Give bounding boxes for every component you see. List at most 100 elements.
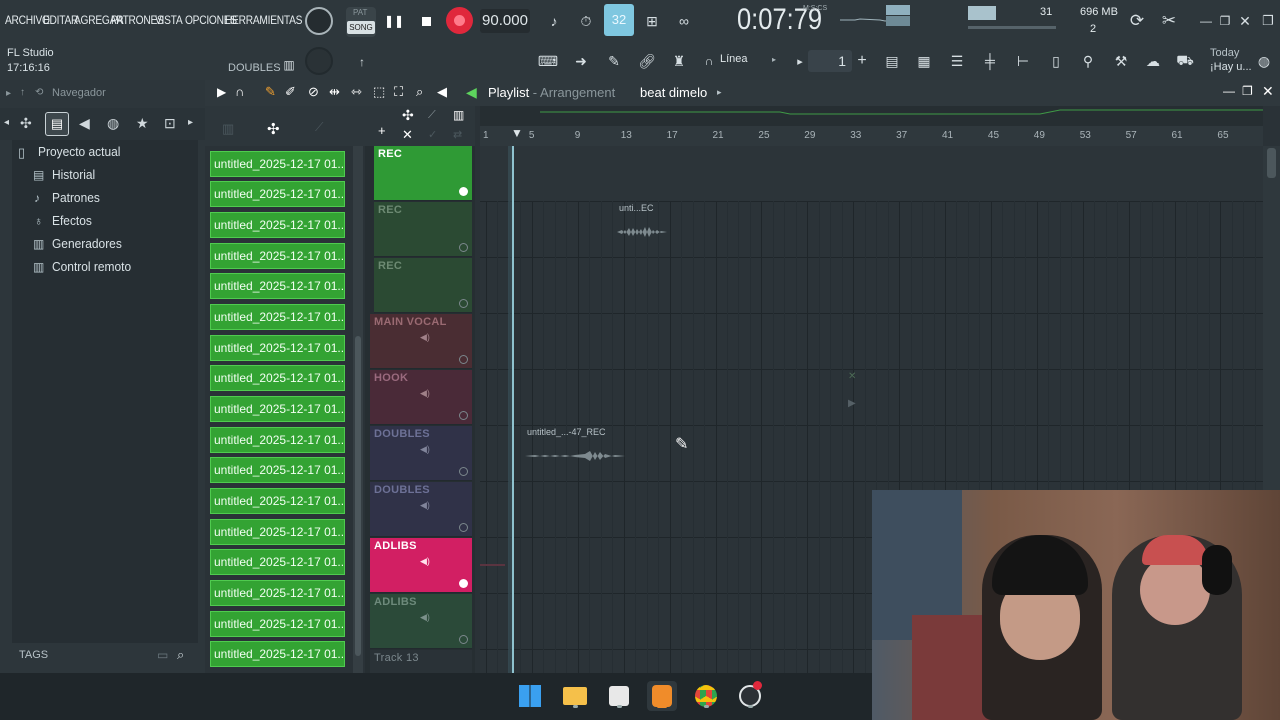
speaker-icon[interactable]: ◀) bbox=[420, 444, 430, 455]
close-icon[interactable]: ✕ bbox=[1262, 83, 1274, 100]
pattern-item[interactable]: untitled_2025-12-17 01... bbox=[210, 641, 345, 667]
pattern-item[interactable]: untitled_2025-12-17 01... bbox=[210, 335, 345, 361]
cloud-icon[interactable]: ☁ bbox=[1142, 50, 1164, 72]
track-select-dot[interactable] bbox=[459, 187, 468, 196]
track-select-dot[interactable] bbox=[459, 635, 468, 644]
slice-icon[interactable]: ⇿ bbox=[351, 84, 362, 100]
magnet-icon[interactable]: ∩ bbox=[698, 50, 720, 72]
edit-icon[interactable]: ⟋ bbox=[428, 109, 436, 122]
loop-record-icon[interactable]: ∞ bbox=[673, 10, 695, 32]
pattern-item[interactable]: untitled_2025-12-17 01... bbox=[210, 243, 345, 269]
slip-icon[interactable]: ⇹ bbox=[329, 84, 340, 100]
track-header[interactable]: MAIN VOCAL ◀) bbox=[370, 314, 472, 369]
pattern-item[interactable]: untitled_2025-12-17 01... bbox=[210, 457, 345, 483]
maximize-icon[interactable]: ❐ bbox=[1242, 84, 1253, 98]
speaker-icon[interactable]: ◀ bbox=[79, 115, 90, 132]
pattern-item[interactable]: untitled_2025-12-17 01... bbox=[210, 427, 345, 453]
pause-button[interactable]: ❚❚ bbox=[382, 9, 406, 33]
track-header[interactable]: DOUBLES ◀) bbox=[370, 482, 472, 537]
piano-roll-icon[interactable]: ⌨ bbox=[537, 50, 559, 72]
pencil-icon[interactable]: ✎ bbox=[603, 50, 625, 72]
link-icon[interactable]: 🔗︎ bbox=[636, 50, 658, 72]
search-icon[interactable]: ⌕ bbox=[177, 647, 184, 663]
tree-generadores[interactable]: Generadores bbox=[52, 236, 122, 251]
marker-icon[interactable]: ✕ bbox=[848, 371, 856, 382]
speaker-icon[interactable]: ◀) bbox=[420, 332, 430, 343]
world-icon[interactable]: ◍ bbox=[107, 115, 119, 132]
speaker-icon[interactable]: ◀) bbox=[420, 500, 430, 511]
move-icon[interactable]: ✣ bbox=[402, 107, 414, 124]
track-header[interactable]: HOOK ◀) bbox=[370, 370, 472, 425]
pattern-item[interactable]: untitled_2025-12-17 01... bbox=[210, 611, 345, 637]
pattern-item[interactable]: untitled_2025-12-17 01... bbox=[210, 396, 345, 422]
pattern-number-field[interactable]: 1 bbox=[808, 50, 852, 72]
swap-icon[interactable]: ⇄ bbox=[453, 128, 462, 141]
scrollbar-thumb[interactable] bbox=[1267, 148, 1276, 178]
news-hint[interactable]: ¡Hay u... bbox=[1210, 61, 1252, 73]
cart-icon[interactable]: ⛟ bbox=[1174, 50, 1196, 72]
piano-icon[interactable]: ▥ bbox=[222, 121, 234, 137]
tree-control-remoto[interactable]: Control remoto bbox=[52, 259, 131, 274]
track-header[interactable]: ADLIBS ◀) bbox=[370, 538, 472, 593]
master-volume-knob[interactable] bbox=[305, 7, 333, 35]
pattern-item[interactable]: untitled_2025-12-17 01... bbox=[210, 519, 345, 545]
tree-efectos[interactable]: Efectos bbox=[52, 213, 92, 228]
pattern-list-scrollbar[interactable] bbox=[353, 146, 363, 673]
pencil-icon[interactable]: ✎ bbox=[265, 84, 276, 100]
obs-button[interactable] bbox=[735, 681, 765, 711]
pattern-item[interactable]: untitled_2025-12-17 01... bbox=[210, 304, 345, 330]
pat-song-toggle[interactable]: PAT SONG bbox=[346, 7, 376, 37]
track-select-dot[interactable] bbox=[459, 467, 468, 476]
pitch-knob[interactable] bbox=[305, 47, 333, 75]
wait-record-icon[interactable]: ⏱ bbox=[575, 10, 597, 32]
chrome-button[interactable] bbox=[691, 681, 721, 711]
track-header[interactable]: Track 13 bbox=[370, 650, 472, 673]
tree-proyecto-actual[interactable]: Proyecto actual bbox=[38, 144, 120, 159]
record-button[interactable] bbox=[446, 7, 473, 34]
track-select-dot[interactable] bbox=[459, 243, 468, 252]
speaker-icon[interactable]: ◀) bbox=[420, 388, 430, 399]
tempo-display[interactable]: 90.000 bbox=[480, 9, 530, 33]
step-edit-button[interactable]: 32 bbox=[604, 4, 634, 36]
select-icon[interactable]: ⬚ bbox=[373, 84, 385, 100]
snap-selector[interactable]: Línea bbox=[720, 53, 748, 65]
track-select-dot[interactable] bbox=[459, 411, 468, 420]
zoom-select-icon[interactable]: ⛶ bbox=[394, 84, 403, 100]
reset-icon[interactable]: ⟳ bbox=[1126, 10, 1148, 32]
browser-tool-icon[interactable]: ⚒ bbox=[1110, 50, 1132, 72]
add-pattern-icon[interactable]: + bbox=[851, 50, 873, 72]
tree-patrones[interactable]: Patrones bbox=[52, 190, 100, 205]
pattern-item[interactable]: untitled_2025-12-17 01... bbox=[210, 181, 345, 207]
play-icon[interactable]: ▶ bbox=[217, 85, 226, 99]
up-arrow-icon[interactable]: ↑ bbox=[20, 87, 25, 98]
pin-icon[interactable]: ↑ bbox=[351, 51, 373, 73]
add-track-icon[interactable]: + bbox=[378, 123, 386, 138]
start-button[interactable] bbox=[515, 681, 545, 711]
metronome-icon[interactable]: ♪ bbox=[543, 10, 565, 32]
menu-vista[interactable]: VISTA bbox=[155, 13, 183, 27]
move-icon[interactable]: ✣ bbox=[267, 120, 280, 138]
current-pattern-selector[interactable]: beat dimelo bbox=[640, 85, 707, 100]
channel-rack-icon[interactable]: ▦ bbox=[913, 50, 935, 72]
track-header[interactable]: DOUBLES ◀) bbox=[370, 426, 472, 481]
all-icon[interactable]: ✣ bbox=[20, 115, 32, 132]
arrow-right-icon[interactable]: ➜ bbox=[570, 50, 592, 72]
close-icon[interactable]: ❐ bbox=[1257, 10, 1279, 32]
audio-clip[interactable]: unti...EC bbox=[617, 202, 667, 248]
tree-icon[interactable]: ⊢ bbox=[1012, 50, 1034, 72]
close-icon[interactable]: ✕ bbox=[1234, 10, 1256, 32]
star-icon[interactable]: ★ bbox=[136, 115, 149, 132]
eq-icon[interactable]: ╪ bbox=[979, 50, 1001, 72]
pattern-item[interactable]: untitled_2025-12-17 01... bbox=[210, 580, 345, 606]
track-select-dot[interactable] bbox=[459, 299, 468, 308]
menu-herramientas[interactable]: HERRAMIENTAS bbox=[225, 13, 302, 27]
scrollbar-thumb[interactable] bbox=[355, 336, 361, 656]
plugin-icon[interactable]: ⚲ bbox=[1077, 50, 1099, 72]
grid-icon[interactable]: ▥ bbox=[453, 108, 464, 122]
pattern-item[interactable]: untitled_2025-12-17 01... bbox=[210, 212, 345, 238]
folder-tab-icon[interactable]: ⊡ bbox=[164, 115, 176, 132]
pattern-item[interactable]: untitled_2025-12-17 01... bbox=[210, 488, 345, 514]
pattern-dropdown-icon[interactable]: ▸ bbox=[717, 87, 722, 98]
magnet-icon[interactable]: ∩ bbox=[235, 84, 244, 99]
tools-icon[interactable]: ✂ bbox=[1158, 10, 1180, 32]
